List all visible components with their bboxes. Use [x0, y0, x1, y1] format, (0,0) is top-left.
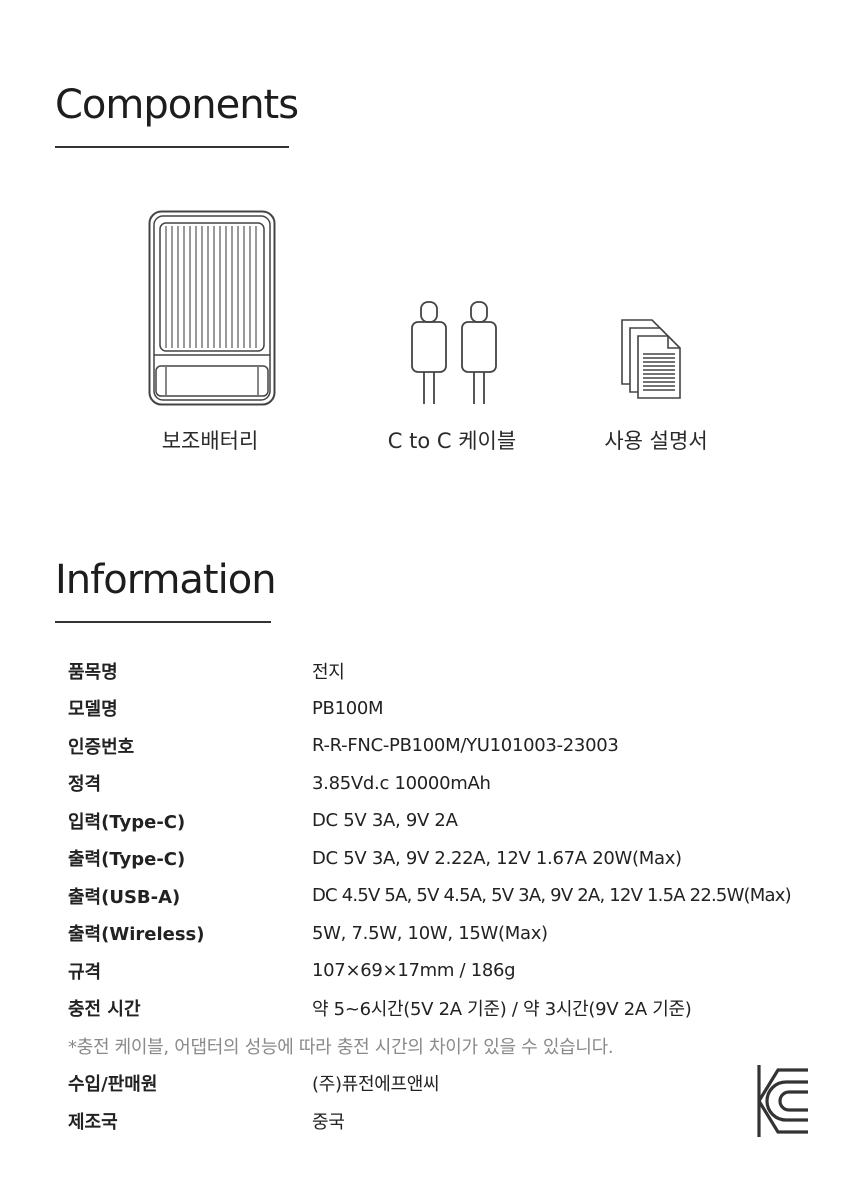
info-key: 출력(Wireless): [68, 924, 205, 946]
info-key: 출력(USB-A): [68, 886, 181, 908]
info-key: 정격: [68, 774, 102, 796]
info-key: 출력(Type-C): [68, 849, 186, 871]
info-value: 5W, 7.5W, 10W, 15W(Max): [312, 922, 548, 944]
info-row: 수입/판매원 (주)퓨전에프앤씨: [68, 1065, 791, 1103]
info-key: 모델명: [68, 699, 118, 721]
charging-note: *충전 케이블, 어댑터의 성능에 따라 충전 시간의 차이가 있을 수 있습니…: [68, 1036, 614, 1058]
information-title: Information: [55, 557, 277, 603]
info-value: 약 5~6시간(5V 2A 기준) / 약 3시간(9V 2A 기준): [312, 999, 692, 1021]
info-value: PB100M: [312, 697, 384, 719]
info-key: 충전 시간: [68, 999, 141, 1021]
info-key: 인증번호: [68, 736, 135, 758]
info-row: 출력(Type-C) DC 5V 3A, 9V 2.22A, 12V 1.67A …: [68, 840, 791, 878]
info-row: 출력(USB-A) DC 4.5V 5A, 5V 4.5A, 5V 3A, 9V …: [68, 877, 792, 915]
info-row: 인증번호 R-R-FNC-PB100M/YU101003-23003: [68, 727, 791, 765]
component-label-cable: C to C 케이블: [387, 429, 517, 453]
power-bank-icon: [148, 210, 276, 406]
info-row: 품목명 전지: [68, 652, 791, 690]
information-title-underline: [55, 621, 271, 623]
info-row: 모델명 PB100M: [68, 690, 791, 728]
info-key: 규격: [68, 961, 102, 983]
info-row: 제조국 중국: [68, 1102, 791, 1140]
info-value: 3.85Vd.c 10000mAh: [312, 772, 491, 794]
component-label-power-bank: 보조배터리: [161, 429, 259, 453]
info-value: DC 5V 3A, 9V 2A: [312, 810, 458, 832]
component-label-manual: 사용 설명서: [604, 429, 708, 453]
info-key: 입력(Type-C): [68, 811, 186, 833]
manual-documents-icon: [621, 319, 681, 399]
charging-note-row: *충전 케이블, 어댑터의 성능에 따라 충전 시간의 차이가 있을 수 있습니…: [68, 1027, 791, 1065]
info-key: 품목명: [68, 661, 118, 683]
info-row: 출력(Wireless) 5W, 7.5W, 10W, 15W(Max): [68, 915, 791, 953]
components-title: Components: [55, 82, 299, 128]
info-value: 107×69×17mm / 186g: [312, 960, 516, 982]
info-key: 수입/판매원: [68, 1074, 158, 1096]
info-value: (주)퓨전에프앤씨: [312, 1074, 440, 1096]
info-value: DC 5V 3A, 9V 2.22A, 12V 1.67A 20W(Max): [312, 847, 682, 869]
info-row: 정격 3.85Vd.c 10000mAh: [68, 765, 791, 803]
components-title-underline: [55, 146, 289, 148]
usb-c-cable-icon: [411, 301, 497, 404]
info-key: 제조국: [68, 1111, 118, 1133]
info-row: 입력(Type-C) DC 5V 3A, 9V 2A: [68, 802, 791, 840]
info-value: 전지: [312, 661, 345, 683]
info-value: 중국: [312, 1111, 345, 1133]
info-row: 충전 시간 약 5~6시간(5V 2A 기준) / 약 3시간(9V 2A 기준): [68, 990, 791, 1028]
kc-certification-mark-icon: [757, 1065, 808, 1137]
info-value: R-R-FNC-PB100M/YU101003-23003: [312, 735, 619, 757]
info-value: DC 4.5V 5A, 5V 4.5A, 5V 3A, 9V 2A, 12V 1…: [312, 885, 792, 907]
information-table: 품목명 전지 모델명 PB100M 인증번호 R-R-FNC-PB100M/YU101…: [68, 652, 792, 1140]
info-row: 규격 107×69×17mm / 186g: [68, 952, 791, 990]
